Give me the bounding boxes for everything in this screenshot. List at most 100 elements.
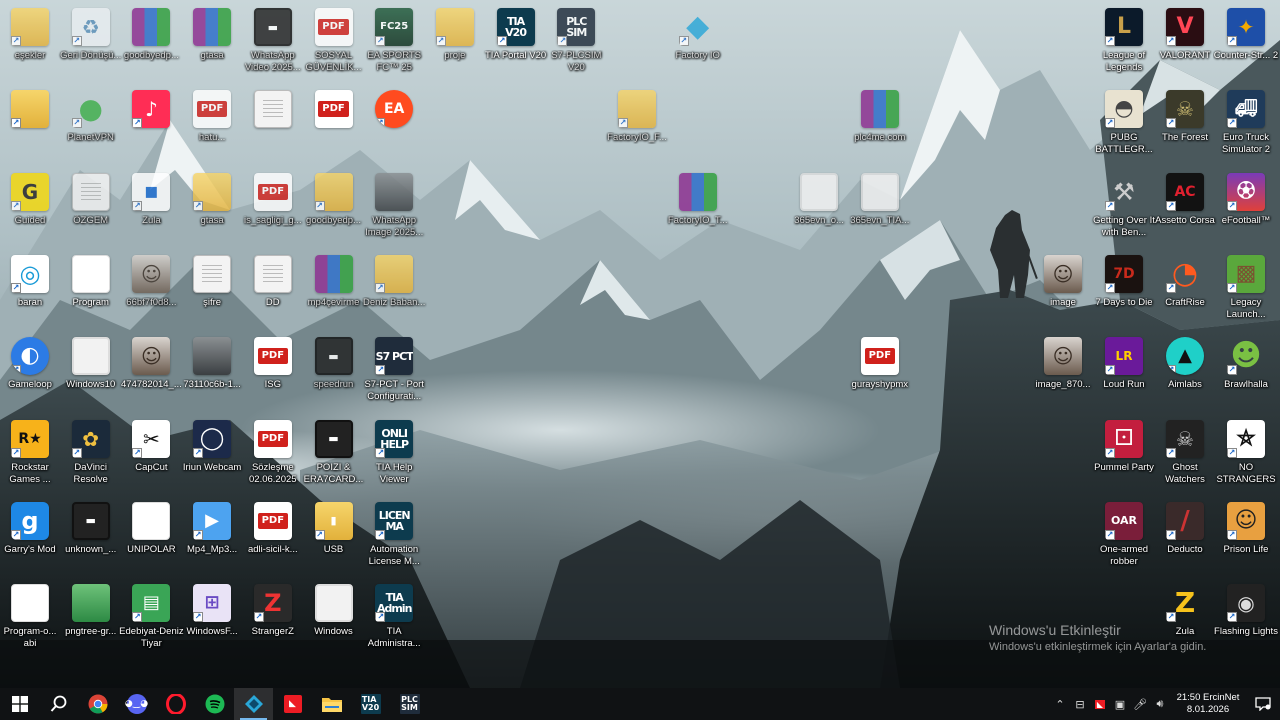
- desktop-icon-fc25[interactable]: FC25 ↗ EA SPORTS FC™ 25: [363, 4, 425, 74]
- desktop-icon-iriun[interactable]: ◯ ↗ Iriun Webcam: [181, 416, 243, 474]
- desktop-icon-7days[interactable]: 7D ↗ 7 Days to Die: [1093, 251, 1155, 309]
- taskbar-discord[interactable]: ◕‿◕: [117, 688, 156, 720]
- desktop-icon-assetto[interactable]: AC ↗ Assetto Corsa: [1154, 169, 1216, 227]
- desktop-icon-folder-doc[interactable]: ↗ FactoryIO_F...: [606, 86, 668, 144]
- taskbar-plcsim[interactable]: PLC SIM: [390, 688, 429, 720]
- desktop-icon-img[interactable]: 73110c6b-1...: [181, 333, 243, 391]
- desktop-icon-ea[interactable]: EA ↗: [363, 86, 425, 132]
- desktop-icon-ghost[interactable]: ☠ ↗ Ghost Watchers: [1154, 416, 1216, 486]
- desktop-icon-tia[interactable]: LICEN MA ↗ Automation License M...: [363, 498, 425, 568]
- desktop-icon-flashing[interactable]: ◉ ↗ Flashing Lights: [1214, 580, 1278, 638]
- desktop-icon-usb[interactable]: ▮ ↗ USB: [303, 498, 365, 556]
- tray-clock[interactable]: 21:50 ErcinNet 8.01.2026: [1170, 692, 1246, 716]
- desktop-icon-pdf[interactable]: PDF SOSYAL GÜVENLİK...: [303, 4, 365, 74]
- desktop-icon-video[interactable]: ▬ WhatsApp Video 2025...: [242, 4, 304, 74]
- desktop-icon-nostrangers[interactable]: ⛤ ↗ NO STRANGERS: [1215, 416, 1277, 486]
- desktop-icon-forest[interactable]: ☠ ↗ The Forest: [1154, 86, 1216, 144]
- desktop-icon-video[interactable]: ▬ unknown_...: [60, 498, 122, 556]
- desktop-icon-ppt[interactable]: P UNIPOLAR: [120, 498, 182, 556]
- desktop-icon-cs2[interactable]: ✦ ↗ Counter-Str... 2: [1214, 4, 1278, 62]
- desktop-icon-doc[interactable]: ÖZGEM: [60, 169, 122, 227]
- desktop-icon-globe[interactable]: 365evn_o...: [788, 169, 850, 227]
- desktop-icon-onearmed[interactable]: OAR ↗ One-armed robber: [1093, 498, 1155, 568]
- desktop-icon-tia-folder[interactable]: ↗ proje: [424, 4, 486, 62]
- desktop-icon-windowsf[interactable]: ⊞ ↗ WindowsF...: [181, 580, 243, 638]
- desktop-icon-brawlhalla[interactable]: ☻ ↗ Brawlhalla: [1215, 333, 1277, 391]
- taskbar-amd[interactable]: ◣: [273, 688, 312, 720]
- desktop-icon-edebiyat[interactable]: ▤ ↗ Edebiyat-Deniz Tiyar: [119, 580, 184, 650]
- desktop-icon-xls[interactable]: X Program: [60, 251, 122, 309]
- desktop-icon-rar[interactable]: mp4çevirme: [303, 251, 365, 309]
- desktop-icon-planetvpn[interactable]: ● ↗ PlanetVPN: [60, 86, 122, 144]
- desktop-icon-img[interactable]: WhatsApp Image 2025...: [363, 169, 425, 239]
- desktop-icon-globe[interactable]: Windows: [303, 580, 365, 638]
- start-button[interactable]: [0, 688, 39, 720]
- desktop-icon-craftrise[interactable]: ◔ ↗ CraftRise: [1154, 251, 1216, 309]
- desktop-icon-pdf[interactable]: PDF gurayshypmx: [849, 333, 911, 391]
- desktop-icon-doc[interactable]: [242, 86, 304, 132]
- desktop-icon-mp4mp3[interactable]: ▶ ↗ Mp4_Mp3...: [181, 498, 243, 556]
- desktop-icon-img-face[interactable]: ☺ 474782014_...: [120, 333, 182, 391]
- tray-amd[interactable]: ◣: [1090, 688, 1110, 720]
- desktop-icon-efootball[interactable]: ⚽︎ ↗ eFootball™: [1215, 169, 1277, 227]
- desktop-icon-pummel[interactable]: ⚀ ↗ Pummel Party: [1093, 416, 1155, 474]
- desktop-icon-gmod[interactable]: g ↗ Garry's Mod: [0, 498, 61, 556]
- desktop-icon-legacy[interactable]: ▩ ↗ Legacy Launch...: [1215, 251, 1277, 321]
- desktop-icon-lol[interactable]: L ↗ League of Legends: [1093, 4, 1155, 74]
- search-button[interactable]: [39, 688, 78, 720]
- desktop-icon-pdf[interactable]: PDF hatu...: [181, 86, 243, 144]
- tray-volume[interactable]: 🔊︎: [1150, 688, 1170, 720]
- desktop-icon-xls[interactable]: X Program-o... abi: [0, 580, 61, 650]
- desktop-icon-doc[interactable]: DD: [242, 251, 304, 309]
- desktop-icon-baran[interactable]: ◎ ↗ baran: [0, 251, 61, 309]
- desktop-icon-folder-doc[interactable]: ↗: [0, 86, 61, 132]
- desktop-icon-rar[interactable]: goodbyedp...: [120, 4, 182, 62]
- desktop-icon-globe[interactable]: 365evn_TIA...: [849, 169, 911, 227]
- desktop-icon-pdf[interactable]: PDF ISG: [242, 333, 304, 391]
- desktop-icon-aimlabs[interactable]: ▲ ↗ Aimlabs: [1154, 333, 1216, 391]
- desktop-icon-tia[interactable]: TIA V20 ↗ TIA Portal V20: [485, 4, 547, 62]
- desktop-icon-img-face[interactable]: ☺ image_870...: [1032, 333, 1094, 391]
- desktop-icon-rockstar[interactable]: R★ ↗ Rockstar Games ...: [0, 416, 61, 486]
- desktop-icon-deducto[interactable]: / ↗ Deducto: [1154, 498, 1216, 556]
- desktop-icon-tiktok[interactable]: ♪ ↗: [120, 86, 182, 132]
- desktop-icon-recycle[interactable]: ♻ ↗ Geri Dönüşü...: [60, 4, 122, 62]
- desktop-icon-globe[interactable]: Windows10: [60, 333, 122, 391]
- desktop-icon-video[interactable]: ▬ speedrun: [303, 333, 365, 391]
- tray-app[interactable]: ▣: [1110, 688, 1130, 720]
- taskbar-tia-portal[interactable]: TIA V20: [351, 688, 390, 720]
- tray-overflow-button[interactable]: ⌃: [1050, 688, 1070, 720]
- desktop-icon-green-img[interactable]: pngtree-gr...: [60, 580, 122, 638]
- desktop-icon-strangerz[interactable]: Z ↗ StrangerZ: [242, 580, 304, 638]
- desktop-icon-tia[interactable]: TIA Admin ↗ TIA Administra...: [363, 580, 425, 650]
- desktop-icon-img-face[interactable]: ☺ image: [1032, 251, 1094, 309]
- desktop-icon-pdf[interactable]: PDF is_sagligi_g...: [242, 169, 304, 227]
- desktop-icon-rar[interactable]: FactoryIO_T...: [667, 169, 729, 227]
- notification-center-button[interactable]: [1246, 688, 1280, 720]
- desktop-icon-guided[interactable]: G ↗ Guided: [0, 169, 61, 227]
- desktop-icon-ets2[interactable]: 🚚︎ ↗ Euro Truck Simulator 2: [1215, 86, 1277, 156]
- desktop-icon-capcut[interactable]: ✂ ↗ CapCut: [120, 416, 182, 474]
- tray-microphone[interactable]: 🎤︎: [1130, 688, 1150, 720]
- desktop-icon-prisonlife[interactable]: ☺ ↗ Prison Life: [1215, 498, 1277, 556]
- desktop-icon-loudrun[interactable]: LR ↗ Loud Run: [1093, 333, 1155, 391]
- desktop-icon-pubg[interactable]: ◓ ↗ PUBG BATTLEGR...: [1093, 86, 1155, 156]
- desktop-icon-zula-doc[interactable]: ▪ ↗ Zula: [120, 169, 182, 227]
- taskbar-opera[interactable]: [156, 688, 195, 720]
- desktop-icon-folder[interactable]: ↗ goodbyedp...: [303, 169, 365, 227]
- desktop-icon-tia-folder[interactable]: ↗ Deniz Baban...: [363, 251, 425, 309]
- tray-network[interactable]: ⊟: [1070, 688, 1090, 720]
- desktop-icon-folder-doc[interactable]: ↗ eşekler: [0, 4, 61, 62]
- taskbar-factory-io[interactable]: [234, 688, 273, 720]
- desktop-icon-tia[interactable]: ONLI HELP ↗ TIA Help Viewer: [363, 416, 425, 486]
- taskbar-chrome[interactable]: [78, 688, 117, 720]
- desktop-icon-plc[interactable]: S7 PCT ↗ S7-PCT - Port Configurati...: [363, 333, 425, 403]
- desktop-icon-video[interactable]: ▬ POIZI & ERA7CARD...: [303, 416, 365, 486]
- desktop-icon-davinci[interactable]: ✿ ↗ DaVinci Resolve: [60, 416, 122, 486]
- taskbar-spotify[interactable]: [195, 688, 234, 720]
- desktop-icon-gettingover[interactable]: ⚒ ↗ Getting Over It with Ben...: [1093, 169, 1155, 239]
- desktop-icon-valorant[interactable]: V ↗ VALORANT: [1154, 4, 1216, 62]
- taskbar-file-explorer[interactable]: [312, 688, 351, 720]
- desktop-icon-factoryio[interactable]: ◆ ↗ Factory IO: [667, 4, 729, 62]
- desktop-icon-doc[interactable]: şifre: [181, 251, 243, 309]
